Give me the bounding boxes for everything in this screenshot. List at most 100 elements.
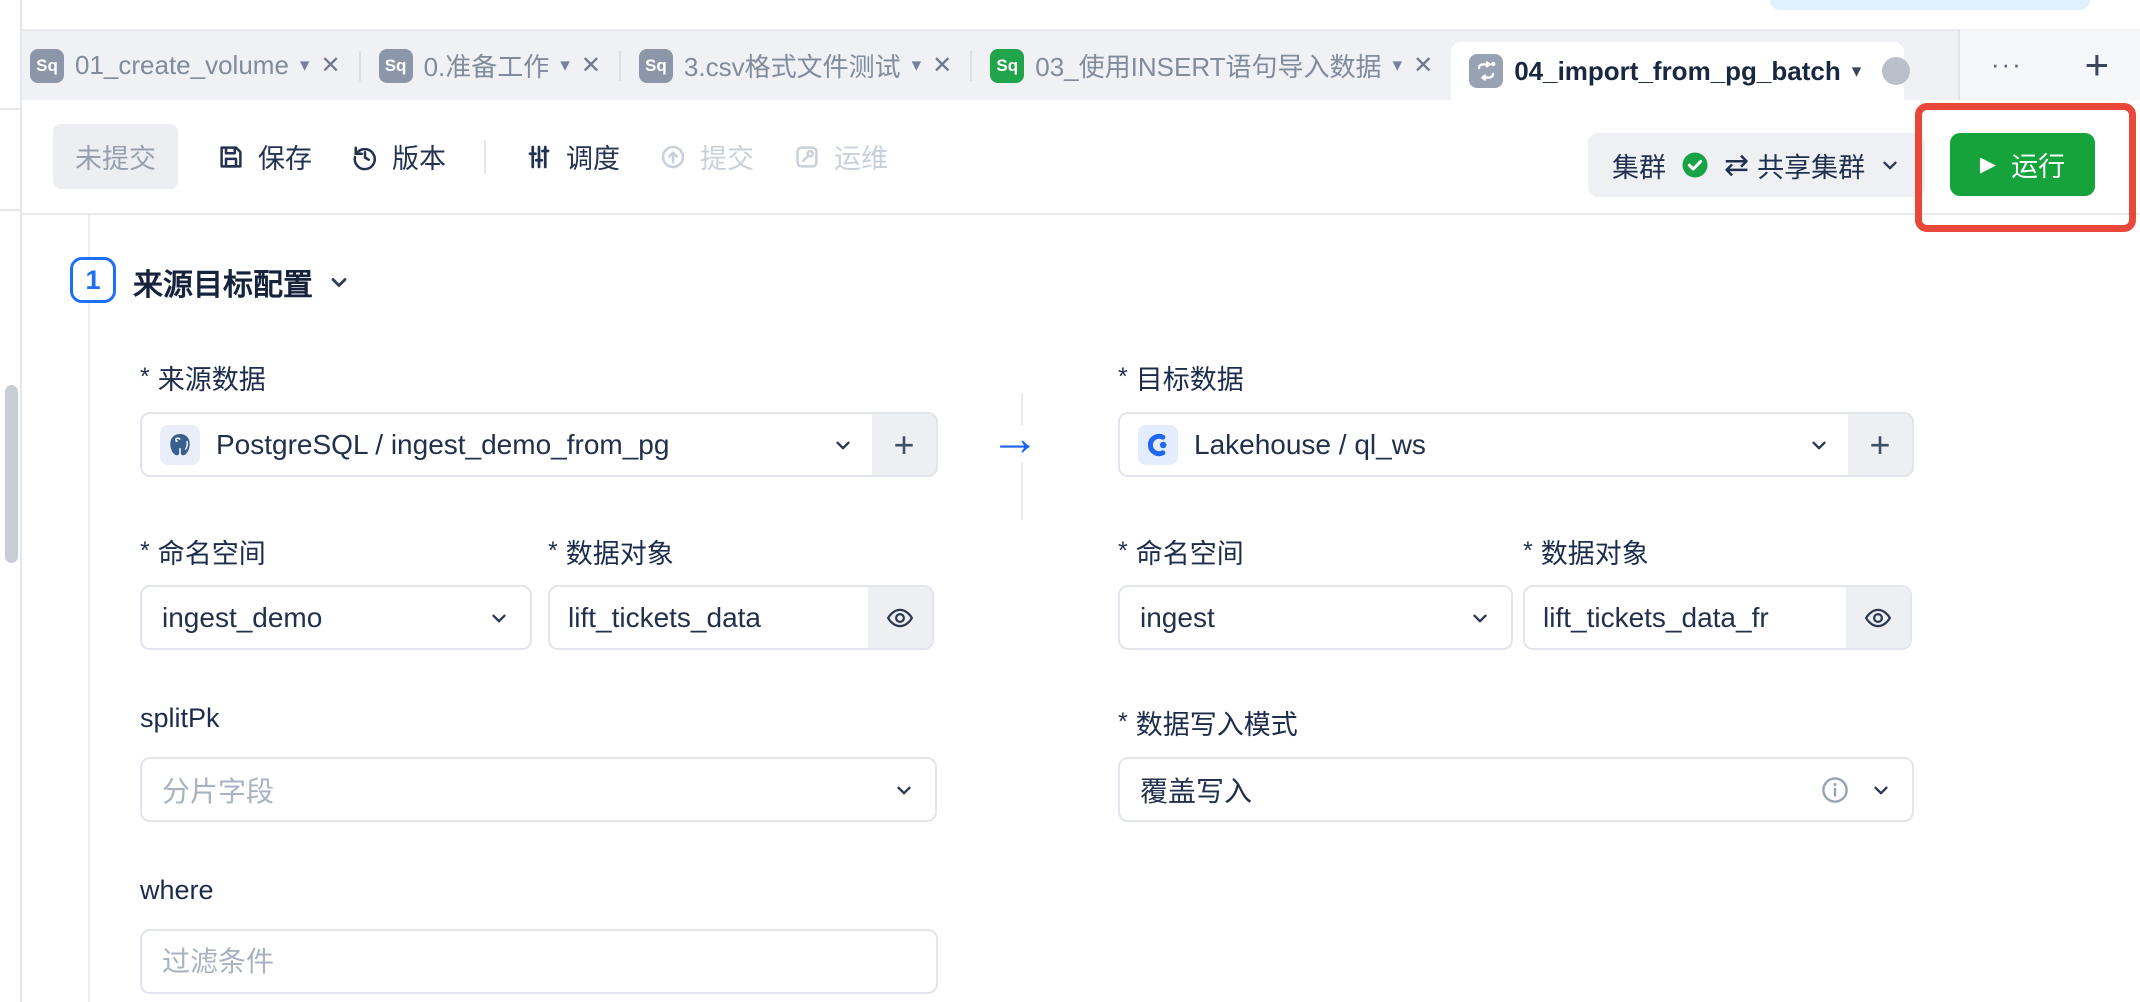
where-field <box>140 929 938 994</box>
maintain-label: 运维 <box>834 137 888 176</box>
plus-icon: + <box>893 427 914 463</box>
source-namespace-label: * 命名空间 <box>140 532 266 571</box>
section-header[interactable]: 来源目标配置 <box>133 260 351 304</box>
tab-menu-caret-icon[interactable]: ▾ <box>560 54 570 77</box>
tab-overflow-button[interactable]: ··· <box>1991 49 2023 80</box>
target-data-select[interactable]: Lakehouse / ql_ws <box>1120 414 1848 475</box>
source-data-select-group: PostgreSQL / ingest_demo_from_pg + <box>140 412 938 477</box>
submit-button: 提交 <box>658 137 754 176</box>
source-object-input[interactable] <box>568 602 850 634</box>
chevron-down-icon <box>832 434 854 456</box>
tab-label: 3.csv格式文件测试 <box>684 47 901 84</box>
target-namespace-value: ingest <box>1140 602 1215 634</box>
source-data-select[interactable]: PostgreSQL / ingest_demo_from_pg <box>142 414 872 475</box>
chevron-down-icon <box>1870 779 1892 801</box>
tab-csv-test[interactable]: Sq 3.csv格式文件测试 ▾ ✕ <box>621 30 970 101</box>
divider <box>0 209 22 211</box>
target-data-label: * 目标数据 <box>1118 358 1244 397</box>
chevron-down-icon <box>1879 154 1901 176</box>
divider <box>484 140 486 174</box>
lakehouse-icon <box>1138 425 1178 465</box>
source-data-value: PostgreSQL / ingest_demo_from_pg <box>216 429 669 461</box>
tab-label: 04_import_from_pg_batch <box>1514 56 1841 87</box>
tab-dirty-dot <box>1882 57 1910 85</box>
notification-banner <box>1770 0 2090 10</box>
swap-icon: ⇄ <box>1724 148 1749 183</box>
preview-target-object-button[interactable] <box>1846 587 1910 648</box>
source-object-label: * 数据对象 <box>548 532 674 571</box>
splitpk-placeholder: 分片字段 <box>162 770 274 810</box>
required-mark: * <box>1118 365 1128 390</box>
target-data-select-group: Lakehouse / ql_ws + <box>1118 412 1914 477</box>
collapse-chevron-icon[interactable] <box>327 270 351 294</box>
required-mark: * <box>1118 710 1128 735</box>
scrollbar-thumb[interactable] <box>5 385 18 563</box>
tab-menu-caret-icon[interactable]: ▾ <box>1852 60 1862 83</box>
save-button[interactable]: 保存 <box>216 137 312 176</box>
source-namespace-select[interactable]: ingest_demo <box>140 585 532 650</box>
tab-close-icon[interactable]: ✕ <box>581 51 601 80</box>
tab-preparation[interactable]: Sq 0.准备工作 ▾ ✕ <box>361 30 619 101</box>
target-object-label: * 数据对象 <box>1523 532 1649 571</box>
maintain-button: 运维 <box>792 137 888 176</box>
required-mark: * <box>140 539 150 564</box>
tab-menu-caret-icon[interactable]: ▾ <box>912 54 922 77</box>
annotation-highlight-box <box>1915 103 2136 232</box>
editor-tab-bar: Sq 01_create_volume ▾ ✕ Sq 0.准备工作 ▾ ✕ Sq… <box>0 29 2140 100</box>
info-icon[interactable] <box>1820 775 1850 805</box>
tab-close-icon[interactable]: ✕ <box>1413 51 1433 80</box>
chevron-down-icon <box>893 779 915 801</box>
section-number-badge: 1 <box>70 257 116 303</box>
tab-01-create-volume[interactable]: Sq 01_create_volume ▾ ✕ <box>12 30 359 101</box>
version-label: 版本 <box>392 137 446 176</box>
save-label: 保存 <box>258 137 312 176</box>
tab-close-icon[interactable]: ✕ <box>932 51 952 80</box>
splitpk-select[interactable]: 分片字段 <box>140 757 937 822</box>
source-data-label: * 来源数据 <box>140 358 266 397</box>
chevron-down-icon <box>1469 607 1491 629</box>
schedule-label: 调度 <box>566 137 620 176</box>
postgresql-icon <box>160 425 200 465</box>
target-data-value: Lakehouse / ql_ws <box>1194 429 1426 461</box>
write-mode-value: 覆盖写入 <box>1140 770 1252 810</box>
collapsed-panel-edge <box>0 0 22 1002</box>
required-mark: * <box>548 539 558 564</box>
source-namespace-value: ingest_demo <box>162 602 322 634</box>
tab-close-icon[interactable]: ✕ <box>320 51 340 80</box>
sql-file-icon-green: Sq <box>990 49 1024 83</box>
column-divider <box>1021 462 1023 520</box>
editor-toolbar: 未提交 保存 版本 调度 <box>22 100 2140 215</box>
tab-import-from-pg-batch-active[interactable]: 04_import_from_pg_batch ▾ <box>1451 42 1904 100</box>
add-source-connection-button[interactable]: + <box>872 414 936 475</box>
target-namespace-select[interactable]: ingest <box>1118 585 1513 650</box>
target-object-input[interactable] <box>1543 602 1828 634</box>
tab-bar-actions: ··· + <box>1958 29 2140 100</box>
preview-source-object-button[interactable] <box>868 587 932 648</box>
tab-menu-caret-icon[interactable]: ▾ <box>1393 54 1403 77</box>
required-mark: * <box>1118 539 1128 564</box>
divider <box>0 108 22 110</box>
section-title: 来源目标配置 <box>133 260 313 304</box>
sql-file-icon: Sq <box>30 49 64 83</box>
cluster-selector[interactable]: 集群 ⇄ 共享集群 <box>1588 133 1925 197</box>
write-mode-select[interactable]: 覆盖写入 <box>1118 757 1914 822</box>
new-tab-button[interactable]: + <box>2085 44 2110 86</box>
integration-task-icon <box>1469 54 1503 88</box>
tab-label: 01_create_volume <box>75 50 289 81</box>
tab-menu-caret-icon[interactable]: ▾ <box>300 54 310 77</box>
chevron-down-icon <box>488 607 510 629</box>
where-input[interactable] <box>162 946 916 978</box>
target-namespace-label: * 命名空间 <box>1118 532 1244 571</box>
status-badge: 未提交 <box>53 124 178 189</box>
target-object-group <box>1523 585 1912 650</box>
version-button[interactable]: 版本 <box>350 137 446 176</box>
app-window: Sq 01_create_volume ▾ ✕ Sq 0.准备工作 ▾ ✕ Sq… <box>0 0 2140 1002</box>
add-target-connection-button[interactable]: + <box>1848 414 1912 475</box>
required-mark: * <box>1523 539 1533 564</box>
cluster-prefix-label: 集群 <box>1612 146 1666 185</box>
cluster-name-label: 共享集群 <box>1757 146 1865 185</box>
submit-label: 提交 <box>700 137 754 176</box>
chevron-down-icon <box>1808 434 1830 456</box>
tab-insert-import[interactable]: Sq 03_使用INSERT语句导入数据 ▾ ✕ <box>972 30 1451 101</box>
schedule-button[interactable]: 调度 <box>524 137 620 176</box>
